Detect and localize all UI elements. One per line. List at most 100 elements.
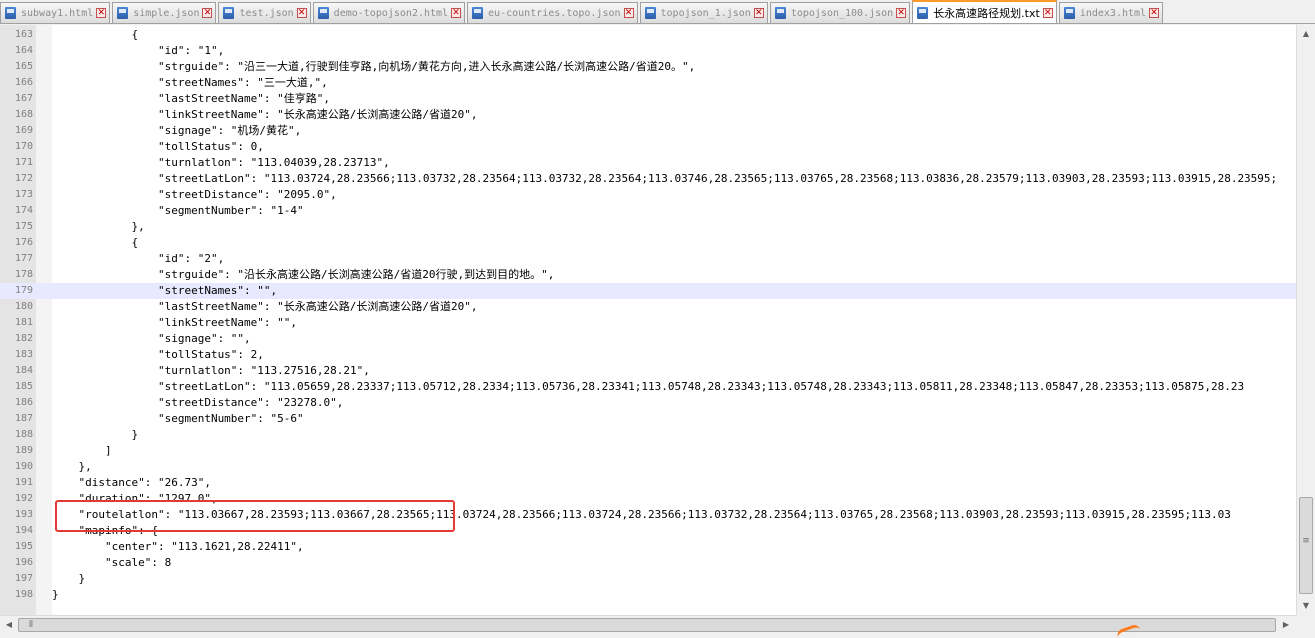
tab-2[interactable]: test.json ✕ <box>218 2 311 23</box>
tab-5[interactable]: topojson_1.json ✕ <box>639 2 768 23</box>
line-text: }, <box>52 460 92 473</box>
close-icon[interactable]: ✕ <box>451 8 462 18</box>
tab-label: subway1.html <box>21 7 94 19</box>
line-text: "signage": "", <box>52 332 251 345</box>
code-line[interactable]: 195 "center": "113.1621,28.22411", <box>0 539 1296 555</box>
tab-6[interactable]: topojson_100.json ✕ <box>769 2 911 23</box>
horizontal-scroll-thumb[interactable] <box>18 618 1276 632</box>
close-icon[interactable]: ✕ <box>1042 7 1053 18</box>
code-line[interactable]: 163 { <box>0 27 1296 43</box>
tab-1[interactable]: simple.json ✕ <box>112 2 217 23</box>
code-line[interactable]: 183 "tollStatus": 2, <box>0 347 1296 363</box>
code-line[interactable]: 189 ] <box>0 443 1296 459</box>
code-line[interactable]: 175 }, <box>0 219 1296 235</box>
line-text: "turnlatlon": "113.04039,28.23713", <box>52 156 390 169</box>
code-line[interactable]: 178 "strguide": "沿长永高速公路/长浏高速公路/省道20行驶,到… <box>0 267 1296 283</box>
line-number: 169 <box>14 125 33 136</box>
line-number: 175 <box>14 221 33 232</box>
code-line[interactable]: 196 "scale": 8 <box>0 555 1296 571</box>
tab-7[interactable]: 长永高速路径规划.txt ✕ <box>912 0 1057 23</box>
scroll-right-icon[interactable]: ▶ <box>1277 616 1295 634</box>
file-icon <box>223 7 235 19</box>
line-text: "lastStreetName": "佳亨路", <box>52 92 331 105</box>
code-line[interactable]: 167 "lastStreetName": "佳亨路", <box>0 91 1296 107</box>
code-line[interactable]: 164 "id": "1", <box>0 43 1296 59</box>
line-number: 186 <box>14 397 33 408</box>
line-text: "center": "113.1621,28.22411", <box>52 540 304 553</box>
tab-0[interactable]: subway1.html ✕ <box>0 2 111 23</box>
tab-label: 长永高速路径规划.txt <box>933 6 1040 20</box>
code-line[interactable]: 197 } <box>0 571 1296 587</box>
line-text: "strguide": "沿三一大道,行驶到佳亨路,向机场/黄花方向,进入长永高… <box>52 60 696 73</box>
tab-8[interactable]: index3.html ✕ <box>1058 2 1164 23</box>
line-number: 178 <box>14 269 33 280</box>
code-line[interactable]: 179 "streetNames": "", <box>0 283 1296 299</box>
line-number: 164 <box>14 45 33 56</box>
file-icon <box>472 7 484 19</box>
file-icon <box>644 7 656 19</box>
line-text: "segmentNumber": "1-4" <box>52 204 304 217</box>
close-icon[interactable]: ✕ <box>896 8 907 18</box>
line-number: 190 <box>14 461 33 472</box>
code-line[interactable]: 174 "segmentNumber": "1-4" <box>0 203 1296 219</box>
code-line[interactable]: 181 "linkStreetName": "", <box>0 315 1296 331</box>
vertical-scrollbar[interactable]: ▲ ▼ <box>1296 25 1315 615</box>
vertical-scroll-thumb[interactable] <box>1299 497 1313 594</box>
tab-4[interactable]: eu-countries.topo.json ✕ <box>467 2 638 23</box>
code-line[interactable]: 190 }, <box>0 459 1296 475</box>
file-icon <box>317 7 329 19</box>
tab-3[interactable]: demo-topojson2.html ✕ <box>312 2 466 23</box>
code-line[interactable]: 198} <box>0 587 1296 603</box>
code-line[interactable]: 185 "streetLatLon": "113.05659,28.23337;… <box>0 379 1296 395</box>
text-editor[interactable]: 163 {164 "id": "1", 165 "strguide": "沿三一大… <box>0 25 1296 615</box>
line-text: "turnlatlon": "113.27516,28.21", <box>52 364 370 377</box>
line-text: "streetNames": "", <box>52 284 278 297</box>
code-line[interactable]: 191 "distance": "26.73", <box>0 475 1296 491</box>
close-icon[interactable]: ✕ <box>1149 8 1160 18</box>
code-line[interactable]: 188 } <box>0 427 1296 443</box>
code-line[interactable]: 180 "lastStreetName": "长永高速公路/长浏高速公路/省道2… <box>0 299 1296 315</box>
line-text: } <box>52 428 139 441</box>
line-number: 185 <box>14 381 33 392</box>
code-line[interactable]: 169 "signage": "机场/黄花", <box>0 123 1296 139</box>
line-text: "streetDistance": "2095.0", <box>52 188 337 201</box>
line-text: "streetLatLon": "113.05659,28.23337;113.… <box>52 380 1245 393</box>
code-line[interactable]: 176 { <box>0 235 1296 251</box>
line-text: "signage": "机场/黄花", <box>52 124 302 137</box>
line-text: { <box>52 28 139 41</box>
code-line[interactable]: 177 "id": "2", <box>0 251 1296 267</box>
line-text: { <box>52 236 139 249</box>
scroll-left-icon[interactable]: ◀ <box>0 616 18 634</box>
code-line[interactable]: 170 "tollStatus": 0, <box>0 139 1296 155</box>
line-number: 181 <box>14 317 33 328</box>
code-line[interactable]: 168 "linkStreetName": "长永高速公路/长浏高速公路/省道2… <box>0 107 1296 123</box>
line-text: "distance": "26.73", <box>52 476 211 489</box>
line-text: "segmentNumber": "5-6" <box>52 412 304 425</box>
annotation-highlight-box <box>55 500 455 532</box>
code-line[interactable]: 165 "strguide": "沿三一大道,行驶到佳亨路,向机场/黄花方向,进… <box>0 59 1296 75</box>
code-line[interactable]: 172 "streetLatLon": "113.03724,28.23566;… <box>0 171 1296 187</box>
code-line[interactable]: 173 "streetDistance": "2095.0", <box>0 187 1296 203</box>
file-icon <box>917 6 929 19</box>
line-text: "id": "1", <box>52 44 225 57</box>
line-number: 198 <box>14 589 33 600</box>
close-icon[interactable]: ✕ <box>296 8 307 18</box>
close-icon[interactable]: ✕ <box>623 8 634 18</box>
code-line[interactable]: 182 "signage": "", <box>0 331 1296 347</box>
code-line[interactable]: 186 "streetDistance": "23278.0", <box>0 395 1296 411</box>
line-number: 188 <box>14 429 33 440</box>
line-text: } <box>52 572 86 585</box>
tab-label: eu-countries.topo.json <box>488 7 621 19</box>
code-line[interactable]: 171 "turnlatlon": "113.04039,28.23713", <box>0 155 1296 171</box>
close-icon[interactable]: ✕ <box>753 8 764 18</box>
scroll-down-icon[interactable]: ▼ <box>1297 597 1315 614</box>
tab-bar: subway1.html ✕ simple.json ✕ test.json ✕ demo-… <box>0 0 1315 24</box>
close-icon[interactable]: ✕ <box>202 8 213 18</box>
horizontal-scrollbar[interactable]: ◀ ▶ <box>0 615 1296 634</box>
code-line[interactable]: 184 "turnlatlon": "113.27516,28.21", <box>0 363 1296 379</box>
code-line[interactable]: 166 "streetNames": "三一大道,", <box>0 75 1296 91</box>
close-icon[interactable]: ✕ <box>96 8 107 18</box>
scroll-up-icon[interactable]: ▲ <box>1297 25 1315 42</box>
code-line[interactable]: 187 "segmentNumber": "5-6" <box>0 411 1296 427</box>
line-number: 163 <box>14 29 33 40</box>
